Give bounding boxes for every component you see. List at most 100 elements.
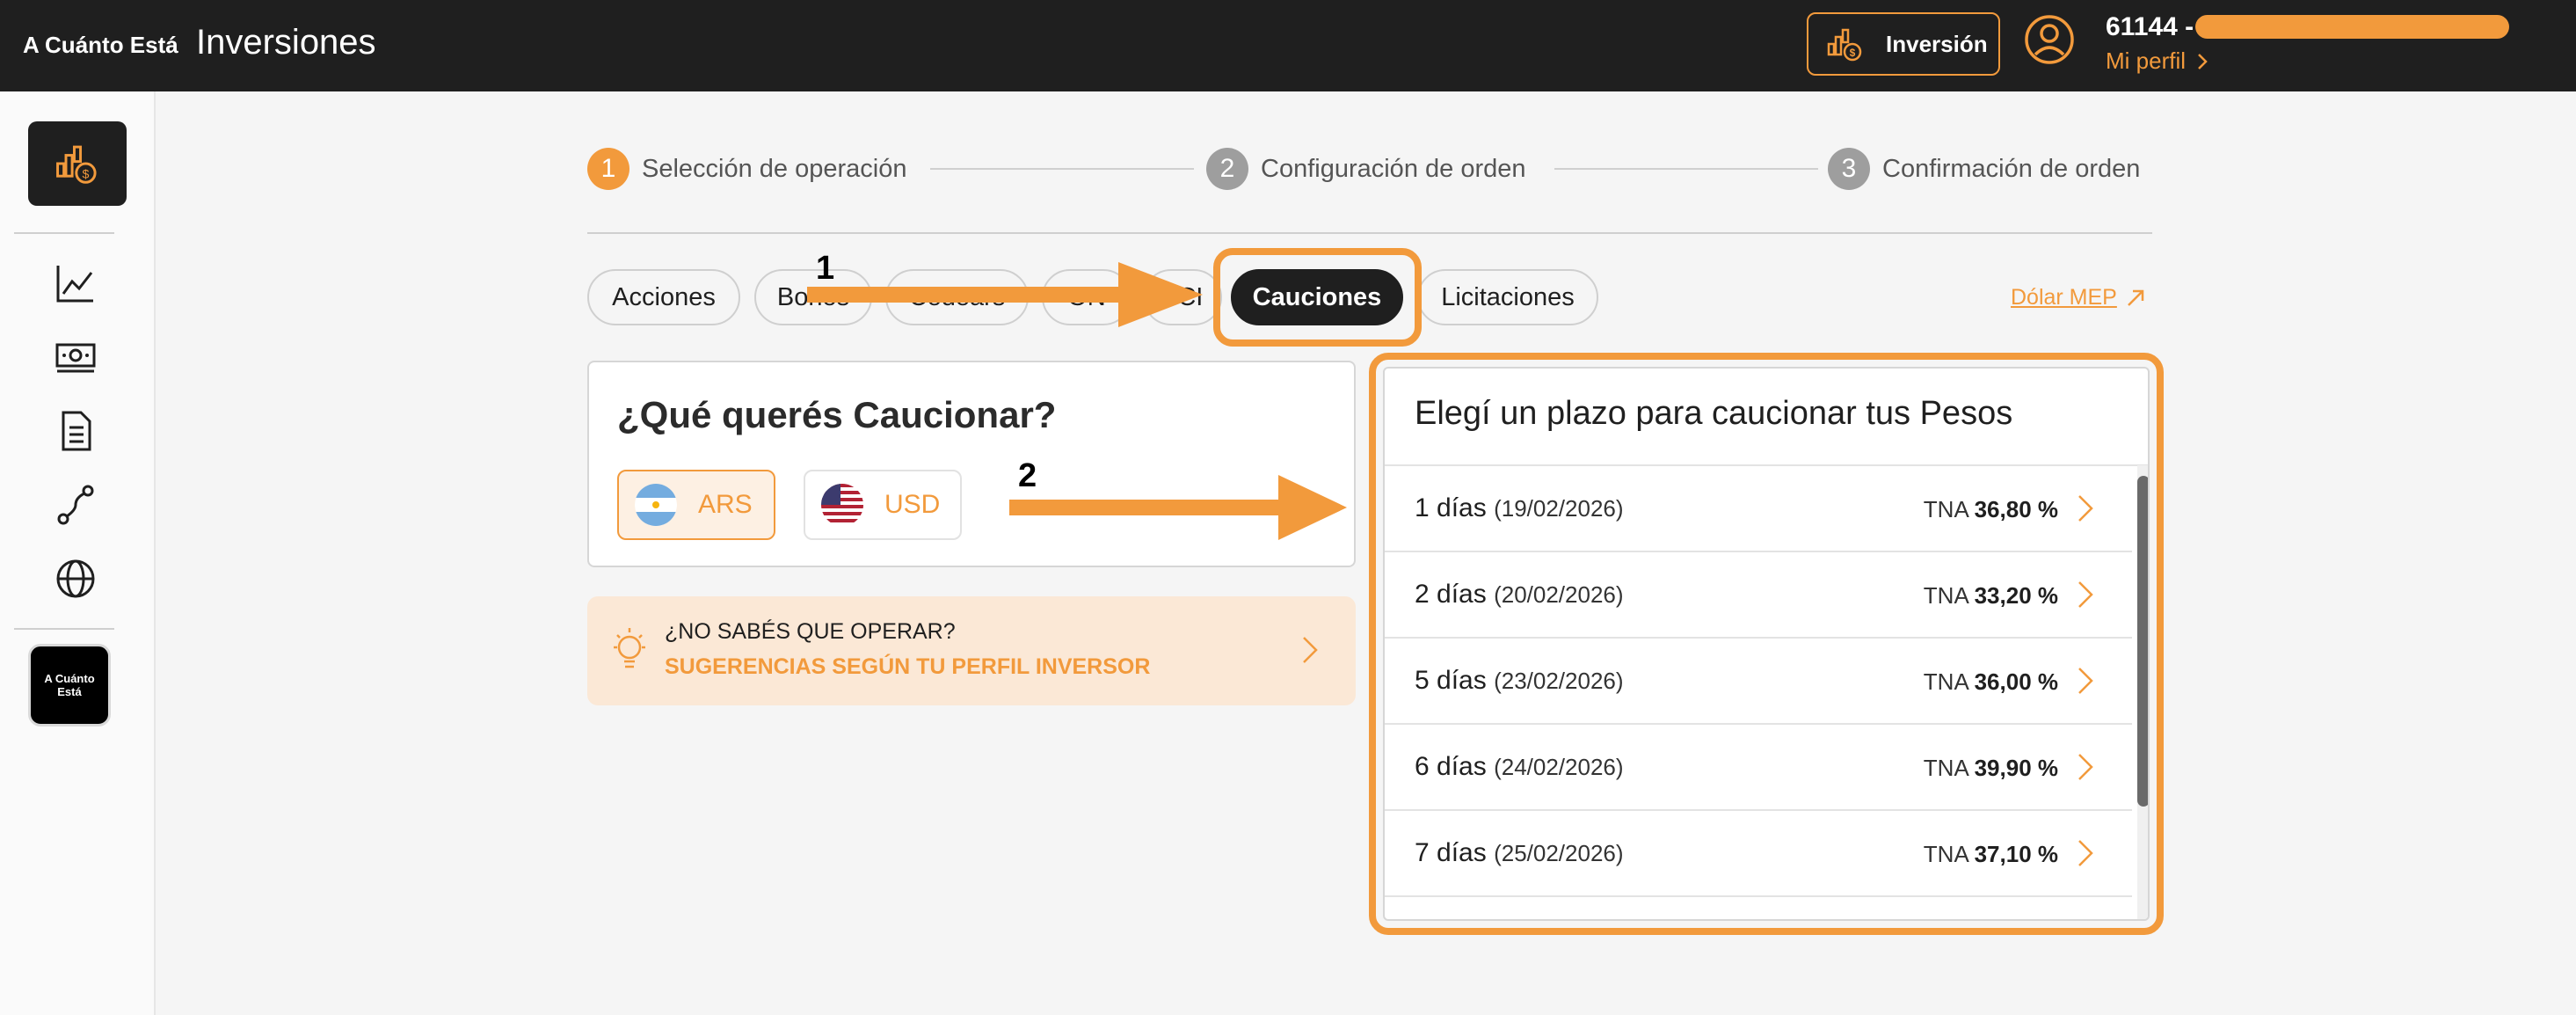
chevron-right-icon: [2198, 53, 2208, 69]
tna-label: TNA: [1923, 496, 1968, 522]
cauciones-tab-highlight: [1213, 248, 1422, 347]
step-number: 2: [1206, 148, 1248, 190]
svg-text:$: $: [1850, 47, 1856, 59]
plazo-row[interactable]: 6 días (24/02/2026) TNA 39,90 %: [1385, 725, 2132, 811]
plazo-days: 7 días: [1415, 838, 1487, 867]
tna-label: TNA: [1923, 582, 1968, 609]
scrollbar-thumb[interactable]: [2137, 476, 2148, 807]
sidebar-item-inversiones[interactable]: $: [28, 121, 127, 206]
currency-option-ars[interactable]: ARS: [617, 470, 775, 540]
investment-icon: $: [56, 145, 97, 184]
redacted-user-name: [2195, 15, 2509, 39]
annotation-number-2: 2: [1018, 457, 1037, 494]
tna-value: 39,90 %: [1974, 755, 2058, 781]
sidebar-divider: [14, 232, 114, 234]
tna-value: 36,80 %: [1974, 496, 2058, 522]
step-connector: [930, 168, 1194, 170]
plazo-days-cell: 1 días (19/02/2026): [1415, 493, 1624, 523]
arrow-up-right-icon: [2127, 289, 2144, 306]
plazo-days-cell: 5 días (23/02/2026): [1415, 666, 1624, 696]
argentina-flag-icon: [635, 484, 677, 526]
step-configuracion: 2 Configuración de orden: [1206, 148, 1525, 190]
step-label: Confirmación de orden: [1882, 154, 2141, 183]
plazos-card-title: Elegí un plazo para caucionar tus Pesos: [1415, 395, 2013, 432]
sidebar-divider: [14, 628, 114, 630]
currency-card-title: ¿Qué querés Caucionar?: [617, 394, 1057, 435]
investment-icon: $: [1827, 28, 1862, 62]
step-label: Configuración de orden: [1261, 154, 1526, 183]
route-icon[interactable]: [55, 484, 97, 526]
chevron-right-icon: [2078, 581, 2093, 608]
tab-cedears[interactable]: Cedears: [885, 269, 1029, 325]
plazo-days: 2 días: [1415, 580, 1487, 609]
sidebar-brand-logo[interactable]: A Cuánto Está: [28, 644, 111, 727]
plazo-tna-cell: TNA 33,20 %: [1924, 582, 2058, 610]
plazo-days-cell: 2 días (20/02/2026): [1415, 580, 1624, 610]
plazo-tna-cell: TNA 36,80 %: [1924, 496, 2058, 523]
user-account-id: 61144 -: [2106, 12, 2194, 41]
stepper-divider: [587, 232, 2152, 234]
chevron-right-icon: [1303, 637, 1318, 663]
chevron-right-icon: [2078, 668, 2093, 694]
plazo-row[interactable]: 5 días (23/02/2026) TNA 36,00 %: [1385, 639, 2132, 725]
plazo-row[interactable]: 1 días (19/02/2026) TNA 36,80 %: [1385, 466, 2132, 552]
currency-code: ARS: [698, 490, 753, 519]
plazo-date: (24/02/2026): [1494, 754, 1624, 780]
step-number: 3: [1828, 148, 1870, 190]
dolar-mep-link[interactable]: Dólar MEP: [2011, 285, 2145, 310]
plazo-days-cell: 7 días (25/02/2026): [1415, 838, 1624, 868]
plazo-row[interactable]: 7 días (25/02/2026) TNA 37,10 %: [1385, 811, 2132, 897]
plazos-scrollbar[interactable]: [2137, 465, 2148, 919]
tna-label: TNA: [1923, 668, 1968, 695]
dolar-mep-label: Dólar MEP: [2011, 285, 2117, 310]
inversion-button-label: Inversión: [1886, 30, 1988, 57]
tab-fci[interactable]: FCI: [1143, 269, 1222, 325]
plazo-tna-cell: TNA 39,90 %: [1924, 755, 2058, 782]
profile-link[interactable]: Mi perfil: [2106, 47, 2209, 75]
plazos-card: Elegí un plazo para caucionar tus Pesos …: [1383, 367, 2150, 921]
annotation-number-1: 1: [816, 250, 835, 287]
chevron-right-icon: [2078, 495, 2093, 522]
tna-value: 36,00 %: [1974, 668, 2058, 695]
cash-icon[interactable]: [55, 336, 97, 378]
chart-line-icon[interactable]: [55, 262, 97, 304]
plazo-date: (23/02/2026): [1494, 668, 1624, 694]
suggestion-link[interactable]: SUGERENCIAS SEGÚN TU PERFIL INVERSOR: [665, 654, 1150, 680]
svg-text:$: $: [83, 168, 90, 182]
plazo-tna-cell: TNA 37,10 %: [1924, 841, 2058, 868]
step-label: Selección de operación: [642, 154, 907, 183]
sidebar: $ A Cuánto Está: [0, 91, 156, 1015]
document-icon[interactable]: [55, 410, 97, 452]
brand-logo-text[interactable]: A Cuánto Está: [23, 32, 178, 59]
plazo-days: 5 días: [1415, 666, 1487, 695]
plazo-date: (25/02/2026): [1494, 840, 1624, 866]
tab-bonos[interactable]: Bonos: [754, 269, 872, 325]
currency-code: USD: [884, 490, 941, 519]
plazo-days: 1 días: [1415, 493, 1487, 522]
plazo-date: (19/02/2026): [1494, 495, 1624, 522]
lightbulb-icon: [614, 628, 645, 668]
tab-on[interactable]: ON: [1042, 269, 1132, 325]
plazo-row[interactable]: 2 días (20/02/2026) TNA 33,20 %: [1385, 552, 2132, 639]
profile-link-label: Mi perfil: [2106, 47, 2187, 74]
currency-option-usd[interactable]: USD: [804, 470, 962, 540]
tab-licitaciones[interactable]: Licitaciones: [1417, 269, 1598, 325]
step-seleccion: 1 Selección de operación: [587, 148, 906, 190]
order-stepper: 1 Selección de operación 2 Configuración…: [587, 148, 2152, 192]
step-connector: [1554, 168, 1818, 170]
chevron-right-icon: [2078, 754, 2093, 780]
suggestion-banner[interactable]: ¿NO SABÉS QUE OPERAR? SUGERENCIAS SEGÚN …: [587, 596, 1356, 705]
plazo-tna-cell: TNA 36,00 %: [1924, 668, 2058, 696]
chevron-right-icon: [2078, 840, 2093, 866]
user-avatar-icon[interactable]: [2024, 14, 2075, 65]
plazo-days-cell: 6 días (24/02/2026): [1415, 752, 1624, 782]
inversion-button[interactable]: $ Inversión: [1807, 12, 2000, 76]
globe-icon[interactable]: [55, 558, 97, 600]
tab-acciones[interactable]: Acciones: [587, 269, 740, 325]
tna-label: TNA: [1923, 841, 1968, 867]
suggestion-question: ¿NO SABÉS QUE OPERAR?: [665, 619, 956, 644]
page-title: Inversiones: [196, 23, 376, 62]
plazo-date: (20/02/2026): [1494, 581, 1624, 608]
step-confirmacion: 3 Confirmación de orden: [1828, 148, 2140, 190]
tna-value: 33,20 %: [1974, 582, 2058, 609]
